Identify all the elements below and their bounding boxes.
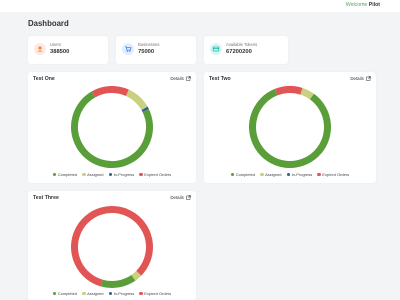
donut-segment-expired[interactable] xyxy=(274,86,303,96)
legend-item: Assigned xyxy=(260,172,282,177)
chart-title: Test One xyxy=(33,76,55,82)
donut-segment-in-progress[interactable] xyxy=(141,106,149,113)
legend-label: Expired Orders xyxy=(144,291,172,296)
stat-value: 67200200 xyxy=(226,49,252,55)
legend-item: In-Progress xyxy=(286,172,313,177)
external-link-icon xyxy=(366,76,371,81)
stat-label: Users xyxy=(50,42,61,47)
stat-card-tokens: Available Tokens 67200200 xyxy=(204,36,288,64)
stat-card-businesses: Businesses 75000 xyxy=(116,36,196,64)
chart-card-test-three: Test Three Details Completed Assigned In… xyxy=(28,191,196,300)
chart-legend: Completed Assigned In-Progress Expired O… xyxy=(28,291,196,296)
legend-item: Expired Orders xyxy=(317,172,349,177)
details-label: Details xyxy=(170,195,184,200)
legend-dot xyxy=(286,172,291,176)
stat-value: 75000 xyxy=(138,49,155,55)
external-link-icon xyxy=(186,76,191,81)
donut-segment-assigned[interactable] xyxy=(125,89,148,111)
donut-segment-completed[interactable] xyxy=(100,274,136,288)
details-link[interactable]: Details xyxy=(170,195,191,200)
stat-value: 388500 xyxy=(50,49,70,55)
donut-segment-assigned[interactable] xyxy=(300,87,314,100)
welcome-text: Welcome Pilot xyxy=(346,2,380,8)
legend-label: Assigned xyxy=(87,291,104,296)
cart-icon xyxy=(122,43,134,55)
legend-item: Expired Orders xyxy=(139,291,171,296)
legend-dot xyxy=(317,172,321,176)
chart-title: Test Three xyxy=(33,195,59,201)
chart-card-test-one: Test One Details Completed Assigned In-P… xyxy=(28,72,196,183)
stat-card-users: Users 388500 xyxy=(28,36,108,64)
legend-label: Assigned xyxy=(87,172,104,177)
donut-segment-expired[interactable] xyxy=(91,86,129,98)
external-link-icon xyxy=(186,195,191,200)
chart-card-test-two: Test Two Details Completed Assigned In-P… xyxy=(204,72,376,183)
legend-dot xyxy=(52,172,57,176)
legend-dot xyxy=(82,291,86,295)
donut-chart xyxy=(71,86,153,168)
legend-dot xyxy=(82,172,86,176)
legend-item: Completed xyxy=(52,291,78,296)
legend-dot xyxy=(260,172,264,176)
legend-item: In-Progress xyxy=(108,291,135,296)
legend-label: In-Progress xyxy=(113,291,135,296)
legend-label: Assigned xyxy=(265,172,282,177)
donut-segment-assigned[interactable] xyxy=(131,270,142,281)
legend-dot xyxy=(108,291,113,295)
legend-item: In-Progress xyxy=(108,172,135,177)
chart-title: Test Two xyxy=(209,76,231,82)
user-name[interactable]: Pilot xyxy=(369,2,380,8)
donut-segment-completed[interactable] xyxy=(249,88,331,168)
details-link[interactable]: Details xyxy=(170,76,191,81)
page-title: Dashboard xyxy=(28,19,69,28)
donut-chart xyxy=(249,86,331,168)
legend-dot xyxy=(52,291,57,295)
legend-item: Expired Orders xyxy=(139,172,171,177)
legend-item: Assigned xyxy=(82,172,104,177)
details-label: Details xyxy=(170,76,184,81)
details-link[interactable]: Details xyxy=(350,76,371,81)
stat-label: Available Tokens xyxy=(226,42,258,47)
legend-label: Completed xyxy=(57,291,78,296)
legend-item: Completed xyxy=(230,172,256,177)
welcome-prefix: Welcome xyxy=(345,2,368,8)
legend-item: Assigned xyxy=(82,291,104,296)
legend-label: Completed xyxy=(57,172,78,177)
legend-dot xyxy=(139,172,143,176)
donut-segment-expired[interactable] xyxy=(71,206,153,287)
legend-dot xyxy=(230,172,235,176)
legend-label: In-Progress xyxy=(113,172,135,177)
legend-label: In-Progress xyxy=(291,172,313,177)
top-bar: Welcome Pilot xyxy=(0,0,400,12)
donut-chart xyxy=(71,206,153,288)
legend-item: Completed xyxy=(52,172,78,177)
legend-label: Completed xyxy=(235,172,256,177)
chart-legend: Completed Assigned In-Progress Expired O… xyxy=(28,172,196,177)
chart-legend: Completed Assigned In-Progress Expired O… xyxy=(204,172,376,177)
legend-dot xyxy=(139,291,143,295)
legend-label: Expired Orders xyxy=(144,172,172,177)
legend-label: Expired Orders xyxy=(322,172,350,177)
legend-dot xyxy=(108,172,113,176)
card-icon xyxy=(210,43,222,55)
user-icon xyxy=(34,43,46,55)
details-label: Details xyxy=(350,76,364,81)
stat-label: Businesses xyxy=(138,42,160,47)
